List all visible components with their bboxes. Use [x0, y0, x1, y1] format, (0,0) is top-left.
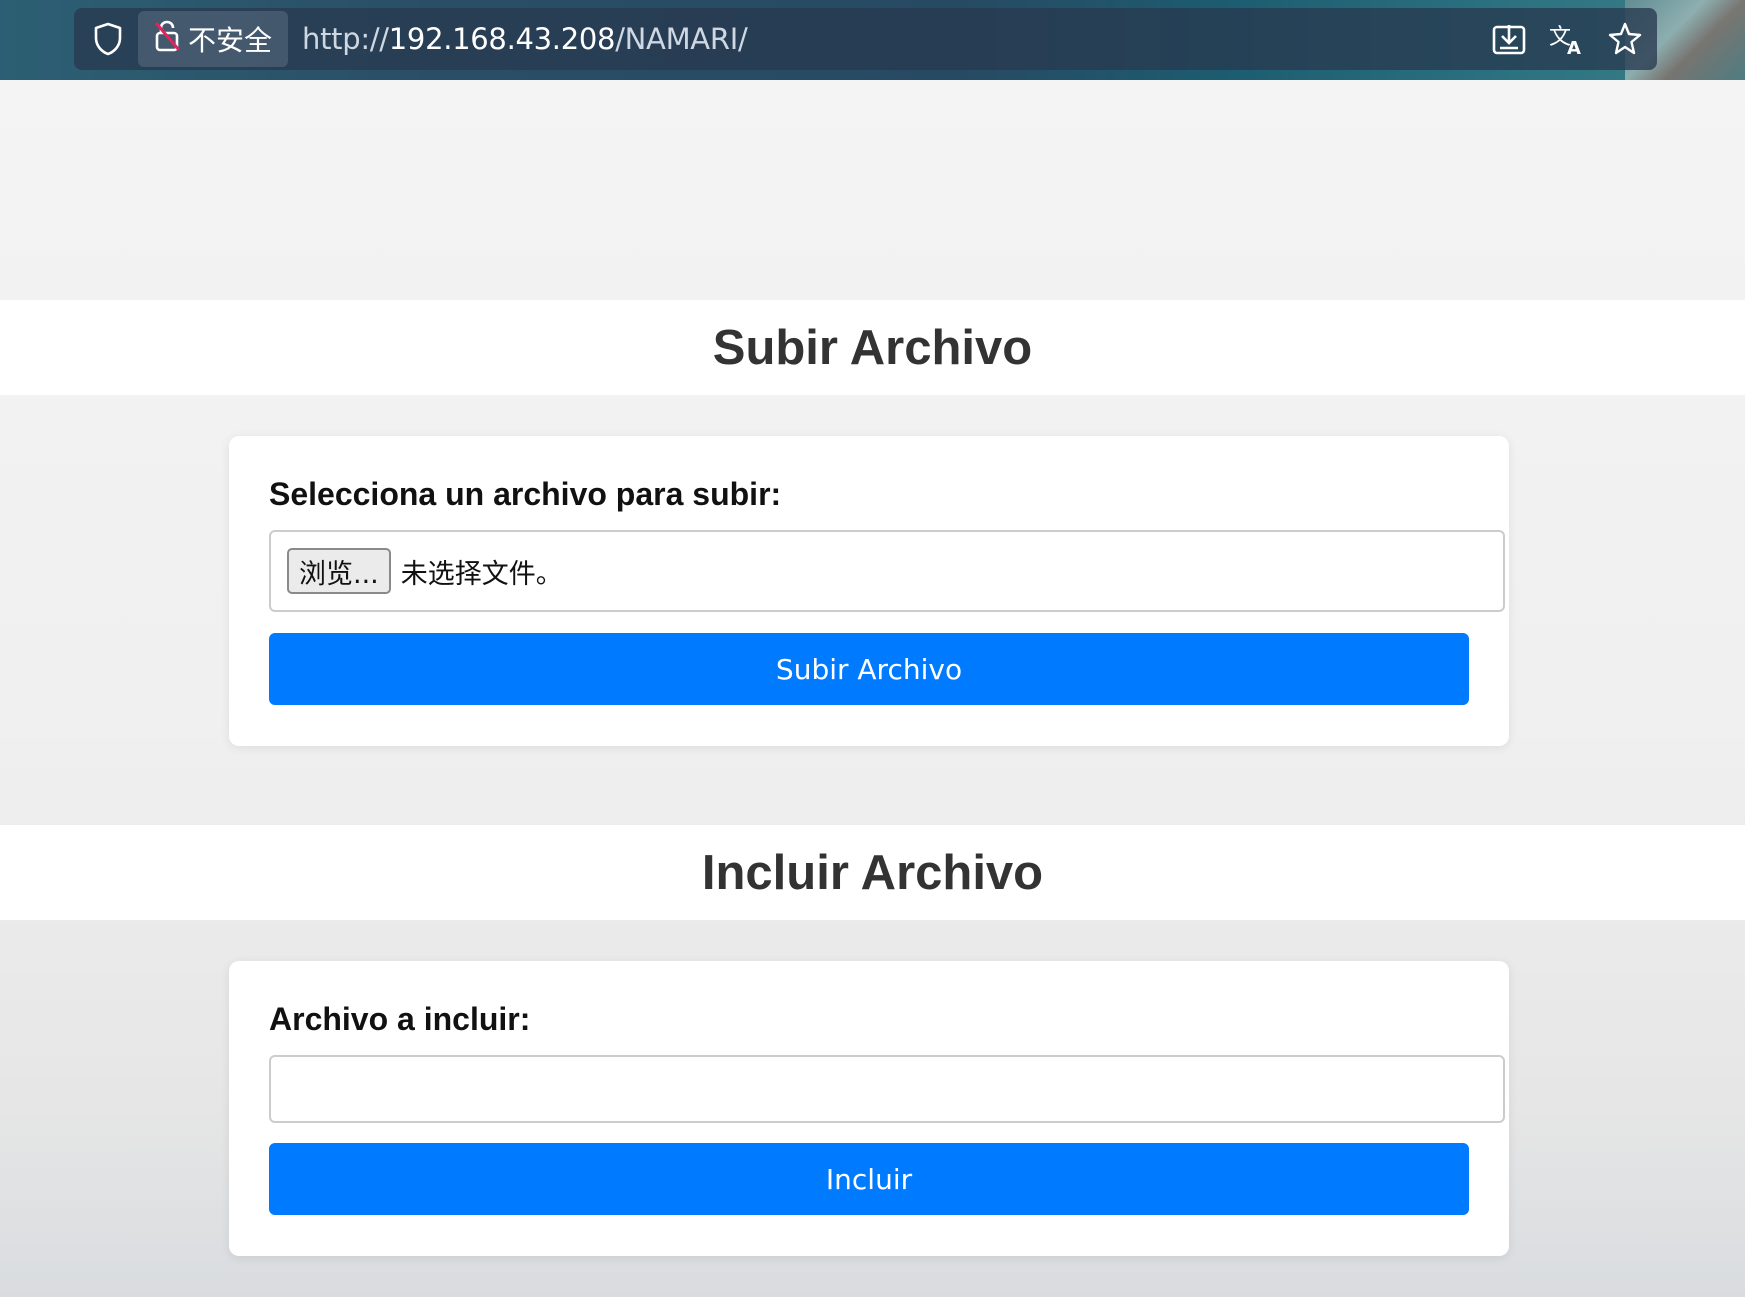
security-label: 不安全 [188, 24, 273, 57]
include-title: Incluir Archivo [701, 845, 1044, 900]
browser-toolbar: 不安全 http://192.168.43.208/NAMARI/ 文 A [0, 0, 1745, 80]
file-input[interactable]: 浏览... 未选择文件。 [269, 530, 1505, 612]
url-text[interactable]: http://192.168.43.208/NAMARI/ [302, 22, 748, 56]
upload-submit-button[interactable]: Subir Archivo [269, 633, 1469, 705]
include-section-header: Incluir Archivo [0, 825, 1745, 920]
url-path: /NAMARI/ [615, 22, 748, 56]
svg-text:A: A [1567, 38, 1581, 56]
url-host: 192.168.43.208 [388, 22, 616, 56]
include-form-card: Archivo a incluir: Incluir [229, 961, 1509, 1256]
include-submit-button[interactable]: Incluir [269, 1143, 1469, 1215]
star-icon[interactable] [1605, 19, 1645, 59]
address-bar[interactable]: 不安全 http://192.168.43.208/NAMARI/ 文 A [74, 8, 1657, 70]
no-file-selected-text: 未选择文件。 [400, 558, 563, 590]
lock-slash-icon [152, 19, 182, 60]
translate-icon[interactable]: 文 A [1547, 19, 1587, 59]
upload-title: Subir Archivo [712, 320, 1033, 375]
url-actions: 文 A [1489, 19, 1645, 59]
include-file-label: Archivo a incluir: [269, 1001, 531, 1037]
browse-button[interactable]: 浏览... [287, 548, 391, 594]
upload-form-card: Selecciona un archivo para subir: 浏览... … [229, 436, 1509, 746]
upload-section-header: Subir Archivo [0, 300, 1745, 395]
upload-file-label: Selecciona un archivo para subir: [269, 476, 782, 512]
security-indicator[interactable]: 不安全 [138, 11, 289, 67]
url-scheme: http:// [302, 22, 389, 56]
include-file-input[interactable] [269, 1055, 1505, 1123]
shield-icon[interactable] [84, 15, 132, 63]
download-icon[interactable] [1489, 19, 1529, 59]
